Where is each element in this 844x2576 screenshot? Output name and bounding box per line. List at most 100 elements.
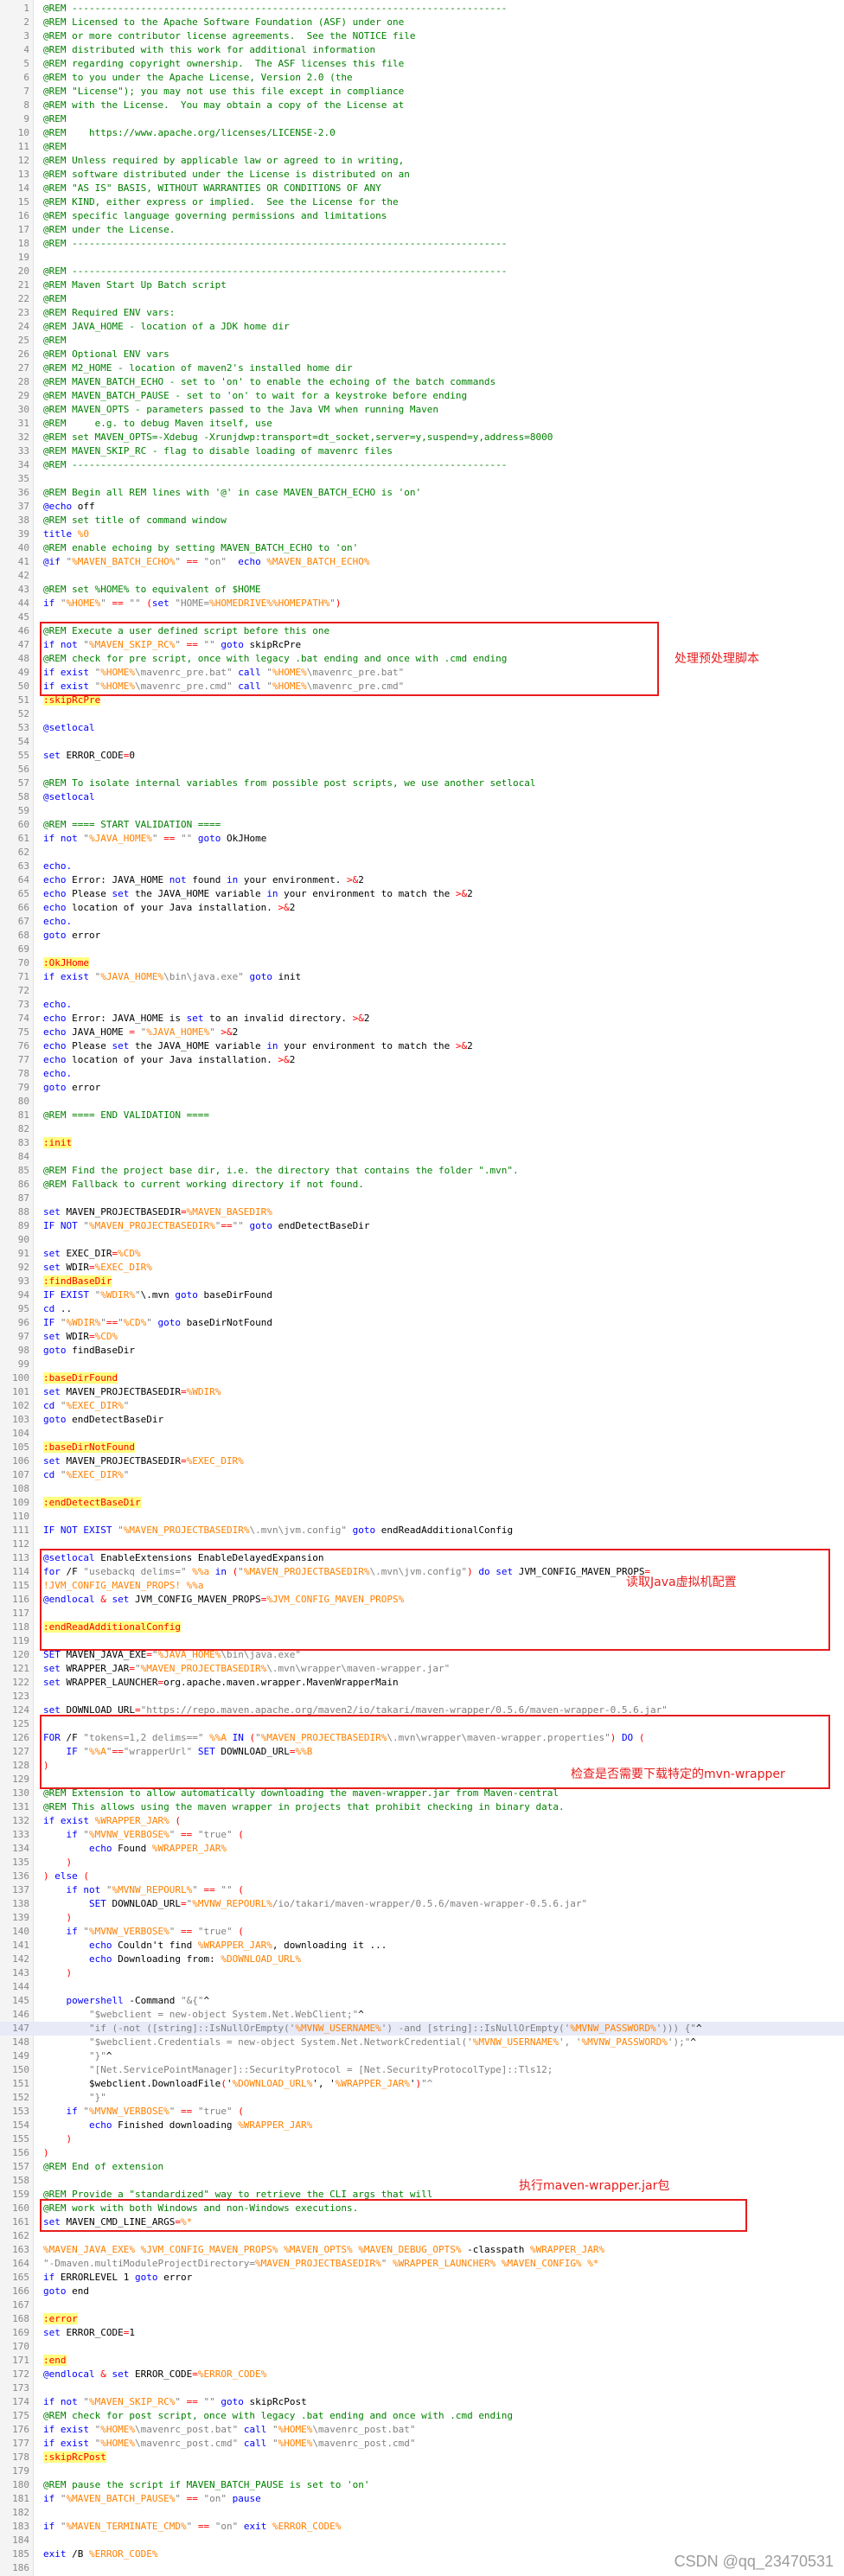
code-line[interactable]: 74 echo Error: JAVA_HOME is set to an inv… [0,1012,844,1026]
code-line[interactable]: 169 set ERROR_CODE=1 [0,2326,844,2340]
code-line[interactable]: 138 SET DOWNLOAD_URL="%MVNW_REPOURL%/io/… [0,1897,844,1911]
code-line[interactable]: 156) [0,2146,844,2160]
code-line[interactable]: 59 [0,804,844,818]
code-line[interactable]: 8 @REM with the License. You may obtain a… [0,99,844,112]
code-line[interactable]: 68 goto error [0,929,844,943]
code-line[interactable]: 37 @echo off [0,500,844,514]
code-line[interactable]: 21 @REM Maven Start Up Batch script [0,278,844,292]
code-line[interactable]: 41 @if "%MAVEN_BATCH_ECHO%" == "on" echo … [0,555,844,569]
code-line[interactable]: 94 IF EXIST "%WDIR%"\.mvn goto baseDirFou… [0,1288,844,1302]
code-line[interactable]: 2 @REM Licensed to the Apache Software Fo… [0,16,844,29]
code-line[interactable]: 60 @REM ==== START VALIDATION ==== [0,818,844,832]
code-line[interactable]: 20 @REM ---------------------------------… [0,265,844,278]
code-line[interactable]: 39 title %0 [0,527,844,541]
code-line[interactable]: 180 @REM pause the script if MAVEN_BATCH_… [0,2478,844,2492]
code-line[interactable]: 3 @REM or more contributor license agreem… [0,29,844,43]
code-line[interactable]: 19 [0,251,844,265]
code-line[interactable]: 174 if not "%MAVEN_SKIP_RC%" == "" goto s… [0,2395,844,2409]
code-line[interactable]: 145 powershell -Command "&{"^ [0,1994,844,2008]
code-line[interactable]: 166 goto end [0,2285,844,2298]
code-line[interactable]: 31 @REM e.g. to debug Maven itself, use [0,417,844,431]
code-line[interactable]: 14 @REM "AS IS" BASIS, WITHOUT WARRANTIES… [0,182,844,195]
code-line[interactable]: 77 echo location of your Java installatio… [0,1053,844,1067]
code-line[interactable]: 57 @REM To isolate internal variables fro… [0,777,844,790]
code-line[interactable]: 110 [0,1510,844,1524]
code-line[interactable]: 182 [0,2506,844,2520]
code-line[interactable]: 64 echo Error: JAVA_HOME not found in you… [0,873,844,887]
code-line[interactable]: 4 @REM distributed with this work for add… [0,43,844,57]
code-line[interactable]: 132 if exist %WRAPPER_JAR% ( [0,1814,844,1828]
code-line[interactable]: 36 @REM Begin all REM lines with '@' in c… [0,486,844,500]
code-line[interactable]: 137 if not "%MVNW_REPOURL%" == "" ( [0,1883,844,1897]
code-line[interactable]: 76 echo Please set the JAVA_HOME variable… [0,1039,844,1053]
code-line[interactable]: 148 "$webclient.Credentials = new-object… [0,2036,844,2049]
code-line[interactable]: 1 @REM ----------------------------------… [0,2,844,16]
code-line[interactable]: 29 @REM MAVEN_BATCH_PAUSE - set to 'on' t… [0,389,844,403]
code-line[interactable]: 158 [0,2174,844,2188]
code-line[interactable]: 99 [0,1358,844,1371]
code-line[interactable]: 135 ) [0,1856,844,1870]
code-line[interactable]: 71 if exist "%JAVA_HOME%\bin\java.exe" go… [0,970,844,984]
code-line[interactable]: 43 @REM set %HOME% to equivalent of $HOME [0,583,844,597]
code-line[interactable]: 67 echo. [0,915,844,929]
code-line[interactable]: 53 @setlocal [0,721,844,735]
code-line[interactable]: 183 if "%MAVEN_TERMINATE_CMD%" == "on" ex… [0,2520,844,2534]
code-line[interactable]: 168:error [0,2312,844,2326]
code-line[interactable]: 56 [0,763,844,777]
code-line[interactable]: 24 @REM JAVA_HOME - location of a JDK hom… [0,320,844,334]
code-line[interactable]: 6 @REM to you under the Apache License, V… [0,71,844,85]
code-line[interactable]: 165 if ERRORLEVEL 1 goto error [0,2271,844,2285]
code-line[interactable]: 23 @REM Required ENV vars: [0,306,844,320]
code-line[interactable]: 15 @REM KIND, either express or implied. … [0,195,844,209]
code-line[interactable]: 150 "[Net.ServicePointManager]::Security… [0,2063,844,2077]
code-line[interactable]: 83:init [0,1136,844,1150]
code-line[interactable]: 157 @REM End of extension [0,2160,844,2174]
code-line[interactable]: 171:end [0,2354,844,2368]
code-line[interactable]: 149 "}"^ [0,2049,844,2063]
code-line[interactable]: 131 @REM This allows using the maven wrap… [0,1800,844,1814]
code-line[interactable]: 167 [0,2298,844,2312]
code-line[interactable]: 25 @REM [0,334,844,348]
code-line[interactable]: 154 echo Finished downloading %WRAPPER_J… [0,2119,844,2132]
code-line[interactable]: 7 @REM "License"); you may not use this f… [0,85,844,99]
code-line[interactable]: 61 if not "%JAVA_HOME%" == "" goto OkJHom… [0,832,844,846]
code-line[interactable]: 108 [0,1482,844,1496]
code-line[interactable]: 89 IF NOT "%MAVEN_PROJECTBASEDIR%"=="" go… [0,1219,844,1233]
code-line[interactable]: 70:OkJHome [0,956,844,970]
code-line[interactable]: 175 @REM check for post script, once with… [0,2409,844,2423]
code-line[interactable]: 63 echo. [0,860,844,873]
code-line[interactable]: 123 [0,1690,844,1703]
code-line[interactable]: 177 if exist "%HOME%\mavenrc_post.cmd" ca… [0,2437,844,2451]
code-line[interactable]: 106 set MAVEN_PROJECTBASEDIR=%EXEC_DIR% [0,1454,844,1468]
code-line[interactable]: 93:findBaseDir [0,1275,844,1288]
code-line[interactable]: 140 if "%MVNW_VERBOSE%" == "true" ( [0,1925,844,1939]
code-line[interactable]: 17 @REM under the License. [0,223,844,237]
code-line[interactable]: 152 "}" [0,2091,844,2105]
code-line[interactable]: 98 goto findBaseDir [0,1344,844,1358]
code-line[interactable]: 97 set WDIR=%CD% [0,1330,844,1344]
code-line[interactable]: 184 [0,2534,844,2547]
code-line[interactable]: 134 echo Found %WRAPPER_JAR% [0,1842,844,1856]
code-line[interactable]: 100:baseDirFound [0,1371,844,1385]
code-line[interactable]: 32 @REM set MAVEN_OPTS=-Xdebug -Xrunjdwp:… [0,431,844,444]
code-line[interactable]: 22 @REM [0,292,844,306]
code-line[interactable]: 153 if "%MVNW_VERBOSE%" == "true" ( [0,2105,844,2119]
code-line[interactable]: 27 @REM M2_HOME - location of maven2's in… [0,361,844,375]
code-line[interactable]: 139 ) [0,1911,844,1925]
code-line[interactable]: 146 "$webclient = new-object System.Net.… [0,2008,844,2022]
code-line[interactable]: 18 @REM ---------------------------------… [0,237,844,251]
code-line[interactable]: 85 @REM Find the project base dir, i.e. t… [0,1164,844,1178]
code-line[interactable]: 133 if "%MVNW_VERBOSE%" == "true" ( [0,1828,844,1842]
code-line[interactable]: 84 [0,1150,844,1164]
code-line[interactable]: 91 set EXEC_DIR=%CD% [0,1247,844,1261]
code-line[interactable]: 109:endDetectBaseDir [0,1496,844,1510]
code-line[interactable]: 151 $webclient.DownloadFile('%DOWNLOAD_U… [0,2077,844,2091]
code-line[interactable]: 9 @REM [0,112,844,126]
code-line[interactable]: 42 [0,569,844,583]
code-line[interactable]: 107 cd "%EXEC_DIR%" [0,1468,844,1482]
code-line[interactable]: 26 @REM Optional ENV vars [0,348,844,361]
code-line[interactable]: 92 set WDIR=%EXEC_DIR% [0,1261,844,1275]
code-line[interactable]: 96 IF "%WDIR%"=="%CD%" goto baseDirNotFou… [0,1316,844,1330]
code-line[interactable]: 172 @endlocal & set ERROR_CODE=%ERROR_COD… [0,2368,844,2381]
code-line[interactable]: 105:baseDirNotFound [0,1441,844,1454]
